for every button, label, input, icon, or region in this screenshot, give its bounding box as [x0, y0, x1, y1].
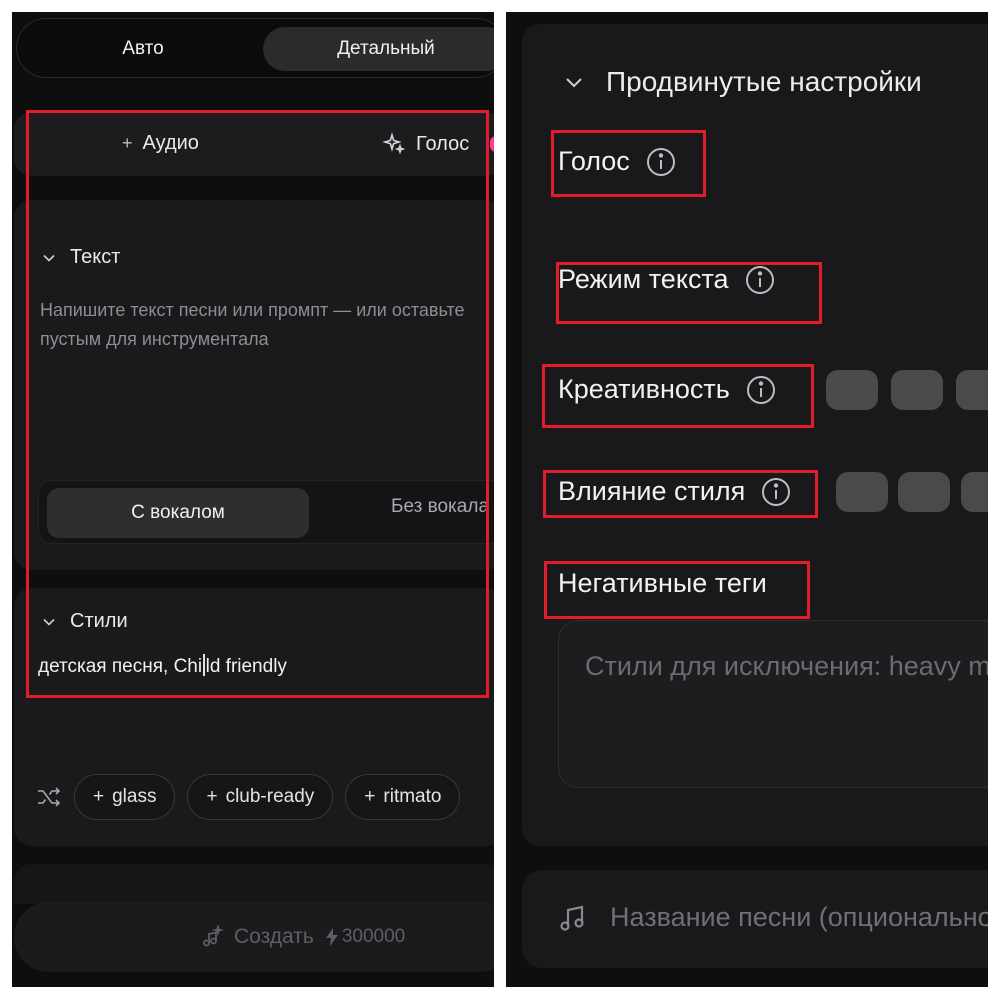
plus-icon: + — [122, 133, 133, 153]
chevron-down-icon — [43, 618, 55, 626]
style-influence-option[interactable] — [961, 472, 988, 512]
info-icon[interactable] — [745, 265, 775, 295]
style-influence-label: Влияние стиля — [558, 476, 746, 506]
lightning-icon — [325, 928, 338, 946]
tag-chip[interactable]: + club-ready — [187, 774, 334, 820]
create-label: Создать — [234, 925, 314, 948]
suggested-tags-row: + glass + club-ready + ritmato — [36, 774, 461, 820]
mode-auto-tab[interactable]: Авто — [23, 27, 263, 71]
lyrics-section-toggle[interactable]: Текст — [42, 246, 120, 269]
with-vocal-option[interactable]: С вокалом — [47, 488, 309, 538]
without-vocal-option[interactable]: Без вокала — [391, 496, 489, 518]
chevron-down-icon — [566, 78, 582, 88]
mode-detailed-tab[interactable]: Детальный — [263, 27, 494, 71]
plus-icon: + — [206, 786, 218, 807]
styles-section-toggle[interactable]: Стили — [42, 610, 128, 633]
style-influence-param: Влияние стиля — [558, 476, 791, 507]
add-audio-button[interactable]: + Аудио — [122, 132, 199, 155]
voice-indicator-dot — [490, 136, 494, 152]
create-button[interactable]: Создать 300000 — [14, 902, 494, 972]
style-influence-option[interactable] — [898, 472, 950, 512]
creativity-option[interactable] — [956, 370, 988, 410]
styles-input[interactable]: детская песня, Chi ld friendly — [38, 654, 287, 678]
advanced-settings-toggle[interactable]: Продвинутые настройки — [564, 66, 922, 98]
text-caret — [203, 654, 205, 676]
vocal-toggle: С вокалом Без вокала — [38, 480, 494, 544]
tag-chip[interactable]: + glass — [74, 774, 176, 820]
advanced-settings-title: Продвинутые настройки — [606, 66, 922, 97]
left-screenshot-panel: Авто Детальный + Аудио Голос Текст Напиш… — [12, 12, 494, 987]
info-icon[interactable] — [646, 147, 676, 177]
music-note-icon — [560, 905, 584, 931]
lyrics-card: Текст Напишите текст песни или промпт — … — [14, 200, 494, 570]
plus-icon: + — [364, 786, 376, 807]
tag-chip-label: club-ready — [225, 786, 315, 807]
styles-card: Стили детская песня, Chi ld friendly + gla… — [14, 588, 494, 846]
lyrics-input[interactable]: Напишите текст песни или промпт — или ос… — [40, 296, 494, 354]
chevron-down-icon — [43, 254, 55, 262]
creativity-option[interactable] — [826, 370, 878, 410]
voice-button[interactable]: Голос — [382, 132, 469, 156]
negative-tags-label: Негативные теги — [558, 568, 767, 598]
negative-tags-placeholder: Стили для исключения: heavy metal — [585, 651, 988, 681]
tag-chip-label: ritmato — [383, 786, 442, 807]
shuffle-icon[interactable] — [36, 786, 62, 808]
style-influence-option[interactable] — [836, 472, 888, 512]
creativity-label: Креативность — [558, 374, 730, 404]
styles-value-end: ld friendly — [205, 656, 287, 677]
voice-param-label: Голос — [558, 146, 630, 176]
lyrics-section-title: Текст — [70, 246, 121, 268]
add-audio-label: Аудио — [142, 132, 199, 154]
creativity-option[interactable] — [891, 370, 943, 410]
negative-tags-param: Негативные теги — [558, 568, 767, 599]
lyrics-mode-label: Режим текста — [558, 264, 729, 294]
mode-switch: Авто Детальный — [16, 18, 494, 78]
creativity-param: Креативность — [558, 374, 776, 405]
sparkle-icon — [382, 132, 406, 155]
tag-chip-label: glass — [112, 786, 157, 807]
voice-label: Голос — [416, 132, 470, 155]
collapsed-card — [14, 864, 494, 904]
negative-tags-input[interactable]: Стили для исключения: heavy metal — [558, 620, 988, 788]
info-icon[interactable] — [761, 477, 791, 507]
voice-param: Голос — [558, 146, 676, 177]
lyrics-mode-param: Режим текста — [558, 264, 775, 295]
styles-section-title: Стили — [70, 610, 128, 632]
tag-chip[interactable]: + ritmato — [345, 774, 461, 820]
song-title-field[interactable]: Название песни (опционально) — [522, 870, 988, 968]
audio-voice-row: + Аудио Голос — [14, 112, 494, 176]
credits-value: 300000 — [341, 926, 406, 947]
plus-icon: + — [93, 786, 105, 807]
song-title-placeholder: Название песни (опционально) — [610, 902, 988, 932]
right-screenshot-panel: Продвинутые настройки Голос Режим текста… — [506, 12, 988, 987]
info-icon[interactable] — [746, 375, 776, 405]
styles-value-start: детская песня, Chi — [38, 656, 203, 677]
music-sparkle-icon — [203, 925, 224, 947]
credits-badge: 300000 — [324, 926, 405, 948]
